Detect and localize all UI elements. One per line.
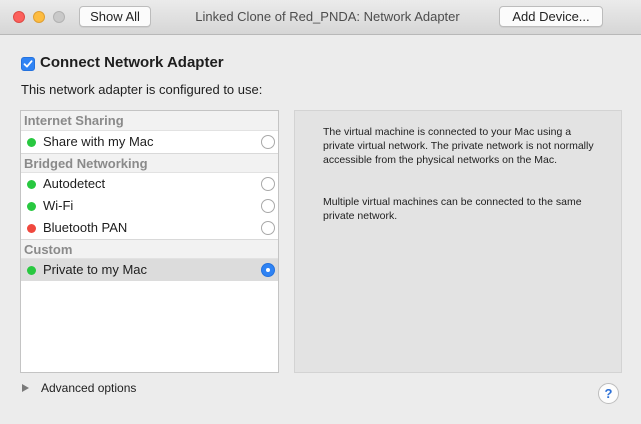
list-item-autodetect[interactable]: Autodetect xyxy=(21,173,278,195)
list-item-bluetooth-pan[interactable]: Bluetooth PAN xyxy=(21,217,278,239)
list-item-label: Private to my Mac xyxy=(43,262,148,277)
bluetooth-pan-radio[interactable] xyxy=(261,221,275,235)
list-item-label: Wi-Fi xyxy=(43,198,74,213)
status-dot-green-icon xyxy=(27,202,36,211)
group-header-bridged-networking: Bridged Networking xyxy=(21,153,278,173)
disclosure-triangle-icon[interactable] xyxy=(22,384,29,392)
list-item-label: Share with my Mac xyxy=(43,134,154,149)
list-item-share-with-my-mac[interactable]: Share with my Mac xyxy=(21,131,278,153)
window-title: Linked Clone of Red_PNDA: Network Adapte… xyxy=(195,9,460,24)
connect-network-adapter-checkbox[interactable] xyxy=(21,57,35,71)
autodetect-radio[interactable] xyxy=(261,177,275,191)
status-dot-red-icon xyxy=(27,224,36,233)
group-header-custom: Custom xyxy=(21,239,278,259)
network-adapter-list: Internet Sharing Share with my Mac Bridg… xyxy=(20,110,279,373)
status-dot-green-icon xyxy=(27,180,36,189)
checkmark-icon xyxy=(23,60,33,68)
title-bar: Show All Linked Clone of Red_PNDA: Netwo… xyxy=(0,0,641,35)
group-header-internet-sharing: Internet Sharing xyxy=(21,111,278,131)
show-all-button[interactable]: Show All xyxy=(79,6,151,27)
status-dot-green-icon xyxy=(27,266,36,275)
zoom-window-button[interactable] xyxy=(53,11,65,23)
close-window-button[interactable] xyxy=(13,11,25,23)
wi-fi-radio[interactable] xyxy=(261,199,275,213)
description-paragraph-2: Multiple virtual machines can be connect… xyxy=(323,196,582,222)
minimize-window-button[interactable] xyxy=(33,11,45,23)
list-item-label: Bluetooth PAN xyxy=(43,220,128,235)
network-adapter-window: Show All Linked Clone of Red_PNDA: Netwo… xyxy=(0,0,641,424)
list-item-wi-fi[interactable]: Wi-Fi xyxy=(21,195,278,217)
description-panel: The virtual machine is connected to your… xyxy=(294,110,622,373)
advanced-options-toggle[interactable]: Advanced options xyxy=(41,381,136,395)
description-paragraph-1: The virtual machine is connected to your… xyxy=(323,126,594,166)
status-dot-green-icon xyxy=(27,138,36,147)
share-with-my-mac-radio[interactable] xyxy=(261,135,275,149)
help-button[interactable]: ? xyxy=(598,383,619,404)
private-to-my-mac-radio[interactable] xyxy=(261,263,275,277)
list-item-private-to-my-mac[interactable]: Private to my Mac xyxy=(21,259,278,281)
connect-network-adapter-label[interactable]: Connect Network Adapter xyxy=(40,54,224,71)
configured-to-use-text: This network adapter is configured to us… xyxy=(21,82,263,97)
list-item-label: Autodetect xyxy=(43,176,106,191)
add-device-button[interactable]: Add Device... xyxy=(499,6,603,27)
